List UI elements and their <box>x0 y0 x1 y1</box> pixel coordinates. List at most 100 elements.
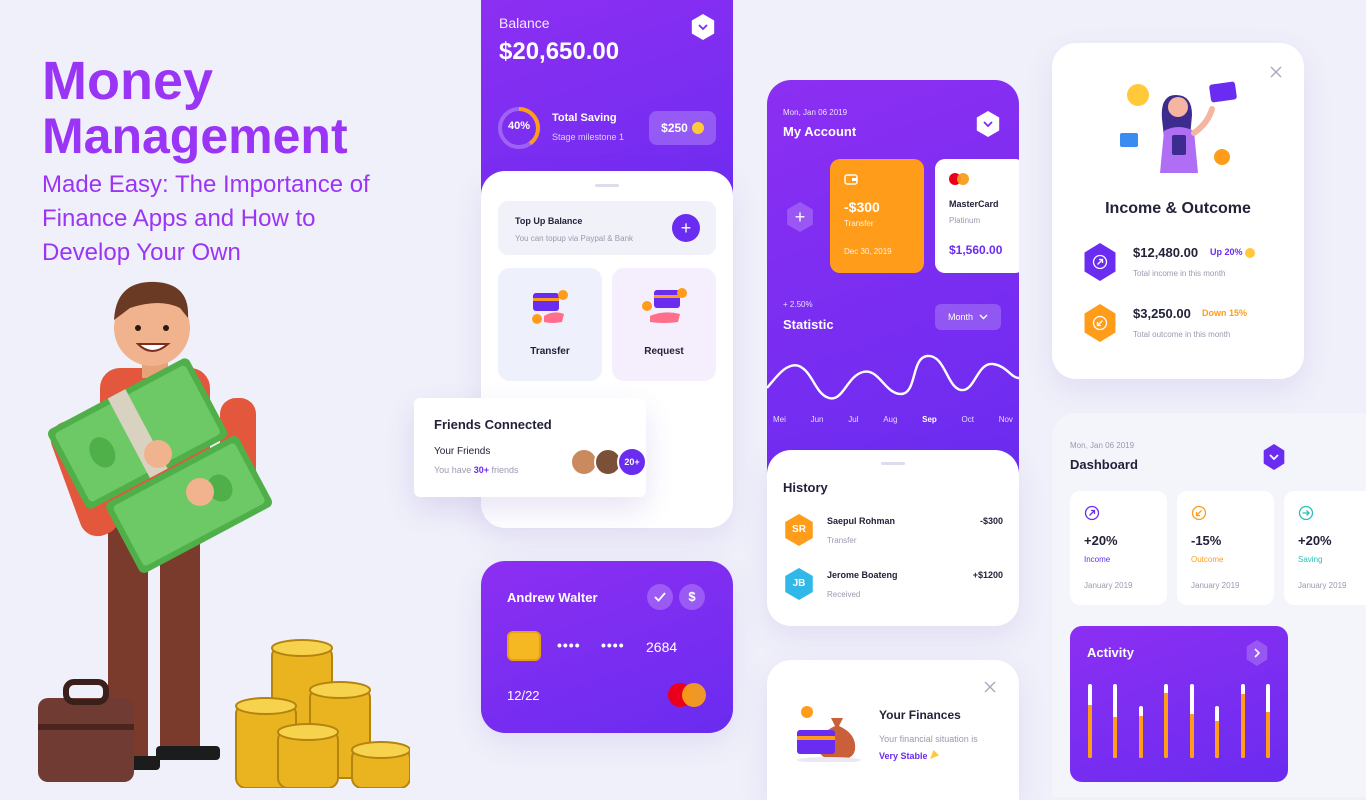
stat-period: January 2019 <box>1191 581 1240 590</box>
friends-count-prefix: You have <box>434 465 472 475</box>
activity-card[interactable]: Activity <box>1070 626 1288 782</box>
finances-status-text: Very Stable <box>879 751 928 761</box>
stat-period: January 2019 <box>1298 581 1347 590</box>
month-label: Mei <box>773 415 786 424</box>
card-dots-group2: •••• <box>601 637 625 653</box>
list-item[interactable]: SR Saepul Rohman Transfer -$300 <box>783 512 1003 550</box>
headline-title-line1: Money <box>42 51 214 111</box>
stat-label: Saving <box>1298 555 1323 564</box>
activity-bar-fill <box>1088 704 1092 758</box>
stat-label: Outcome <box>1191 555 1224 564</box>
transfer-card-icon <box>532 290 568 324</box>
income-description: Total income in this month <box>1133 269 1226 278</box>
arrow-right-icon <box>1298 505 1314 521</box>
month-label: Aug <box>883 415 898 424</box>
month-label: Jul <box>848 415 859 424</box>
statistic-title: Statistic <box>783 317 834 332</box>
mastercard-tier: Platinum <box>949 216 981 225</box>
activity-bar-fill <box>1240 694 1245 758</box>
dashboard-menu-icon[interactable] <box>1263 444 1285 470</box>
arrow-down-left-icon <box>1084 304 1116 342</box>
mastercard-card[interactable]: MasterCard Platinum $1,560.00 <box>935 159 1019 273</box>
list-item[interactable]: JB Jerome Boateng Received +$1200 <box>783 566 1003 604</box>
close-icon[interactable] <box>1270 65 1282 78</box>
history-type: Transfer <box>827 536 857 545</box>
card-expiry: 12/22 <box>507 688 540 703</box>
month-label: Oct <box>961 415 974 424</box>
month-label-active[interactable]: Sep <box>922 415 937 424</box>
add-card-button[interactable]: + <box>787 202 813 232</box>
friends-subtitle: Your Friends <box>434 446 491 457</box>
close-icon[interactable] <box>984 680 996 693</box>
outcome-amount: $3,250.00 <box>1133 306 1191 321</box>
stat-value: +20% <box>1084 533 1118 548</box>
finances-line: Your financial situation is <box>879 734 978 744</box>
chevron-down-icon <box>979 314 988 320</box>
saving-subtitle: Stage milestone 1 <box>552 132 625 142</box>
mastercard-logo-icon <box>949 173 969 185</box>
mastercard-amount: $1,560.00 <box>949 243 1003 257</box>
card-holder-name: Andrew Walter <box>507 590 598 605</box>
stat-label: Income <box>1084 555 1111 564</box>
avatar: SR <box>785 514 813 546</box>
history-panel: History SR Saepul Rohman Transfer -$300 … <box>767 450 1019 626</box>
card-last-four: 2684 <box>646 639 678 655</box>
activity-bar <box>1266 684 1270 758</box>
party-icon <box>930 750 940 759</box>
dashboard-screen: Mon, Jan 06 2019 Dashboard +20% Income J… <box>1052 413 1366 797</box>
drag-handle[interactable] <box>595 184 619 187</box>
transfer-card-date: Dec 30, 2019 <box>844 247 892 256</box>
activity-bar-fill <box>1189 713 1194 758</box>
shield-menu-icon[interactable] <box>691 14 715 40</box>
request-tile[interactable]: Request <box>612 268 716 381</box>
stat-period: January 2019 <box>1084 581 1133 590</box>
saving-percent: 40% <box>507 120 531 132</box>
stat-tile-outcome[interactable]: -15% Outcome January 2019 <box>1177 491 1274 605</box>
activity-bar-fill <box>1138 715 1143 758</box>
dashboard-title: Dashboard <box>1070 457 1138 472</box>
income-change: Up 20% <box>1210 247 1256 258</box>
friends-more-badge[interactable]: 20+ <box>617 447 647 477</box>
statistic-wave-chart <box>767 354 1019 400</box>
man-with-money-illustration <box>38 281 410 788</box>
avatar-initials: JB <box>792 578 806 589</box>
transfer-card[interactable]: -$300 Transfer Dec 30, 2019 <box>830 159 924 273</box>
check-icon[interactable] <box>647 584 673 610</box>
month-label: Jun <box>810 415 824 424</box>
topup-add-button[interactable]: + <box>672 214 700 242</box>
credit-card[interactable]: Andrew Walter $ •••• •••• 2684 12/22 <box>481 561 733 733</box>
history-type: Received <box>827 590 861 599</box>
account-menu-icon[interactable] <box>976 111 1000 137</box>
mastercard-logo-icon <box>668 683 708 707</box>
activity-bar <box>1138 706 1143 758</box>
request-label: Request <box>644 346 684 357</box>
period-dropdown[interactable]: Month <box>935 304 1001 330</box>
smile-emoji-icon <box>1245 247 1256 258</box>
headline: Money Management Made Easy: The Importan… <box>42 54 442 270</box>
saving-chip-amount: $250 <box>661 121 688 135</box>
transfer-tile[interactable]: Transfer <box>498 268 602 381</box>
dollar-icon[interactable]: $ <box>679 584 705 610</box>
topup-subtitle: You can topup via Paypal & Bank <box>515 234 634 243</box>
history-amount: -$300 <box>979 516 1003 526</box>
stat-tile-saving[interactable]: +20% Saving January 2019 <box>1284 491 1366 605</box>
activity-bar-fill <box>1266 712 1270 758</box>
arrow-up-right-icon <box>1084 505 1100 521</box>
card-chip-icon <box>507 631 541 661</box>
stat-value: +20% <box>1298 533 1332 548</box>
wallet-icon <box>844 174 858 185</box>
friends-count-value: 30+ <box>473 465 490 475</box>
history-name: Jerome Boateng <box>827 570 898 580</box>
activity-bar <box>1189 684 1194 758</box>
finances-status: Very Stable <box>879 750 940 761</box>
chevron-right-icon[interactable] <box>1246 640 1268 666</box>
topup-card[interactable]: Top Up Balance You can topup via Paypal … <box>498 201 716 255</box>
transfer-label: Transfer <box>530 346 570 357</box>
friends-card[interactable]: Friends Connected Your Friends You have … <box>414 398 647 497</box>
saving-chip[interactable]: $250 <box>649 111 716 145</box>
smile-emoji-icon <box>691 122 704 134</box>
outcome-description: Total outcome in this month <box>1133 330 1231 339</box>
drag-handle[interactable] <box>881 462 905 465</box>
transfer-card-amount: -$300 <box>844 199 880 215</box>
stat-tile-income[interactable]: +20% Income January 2019 <box>1070 491 1167 605</box>
